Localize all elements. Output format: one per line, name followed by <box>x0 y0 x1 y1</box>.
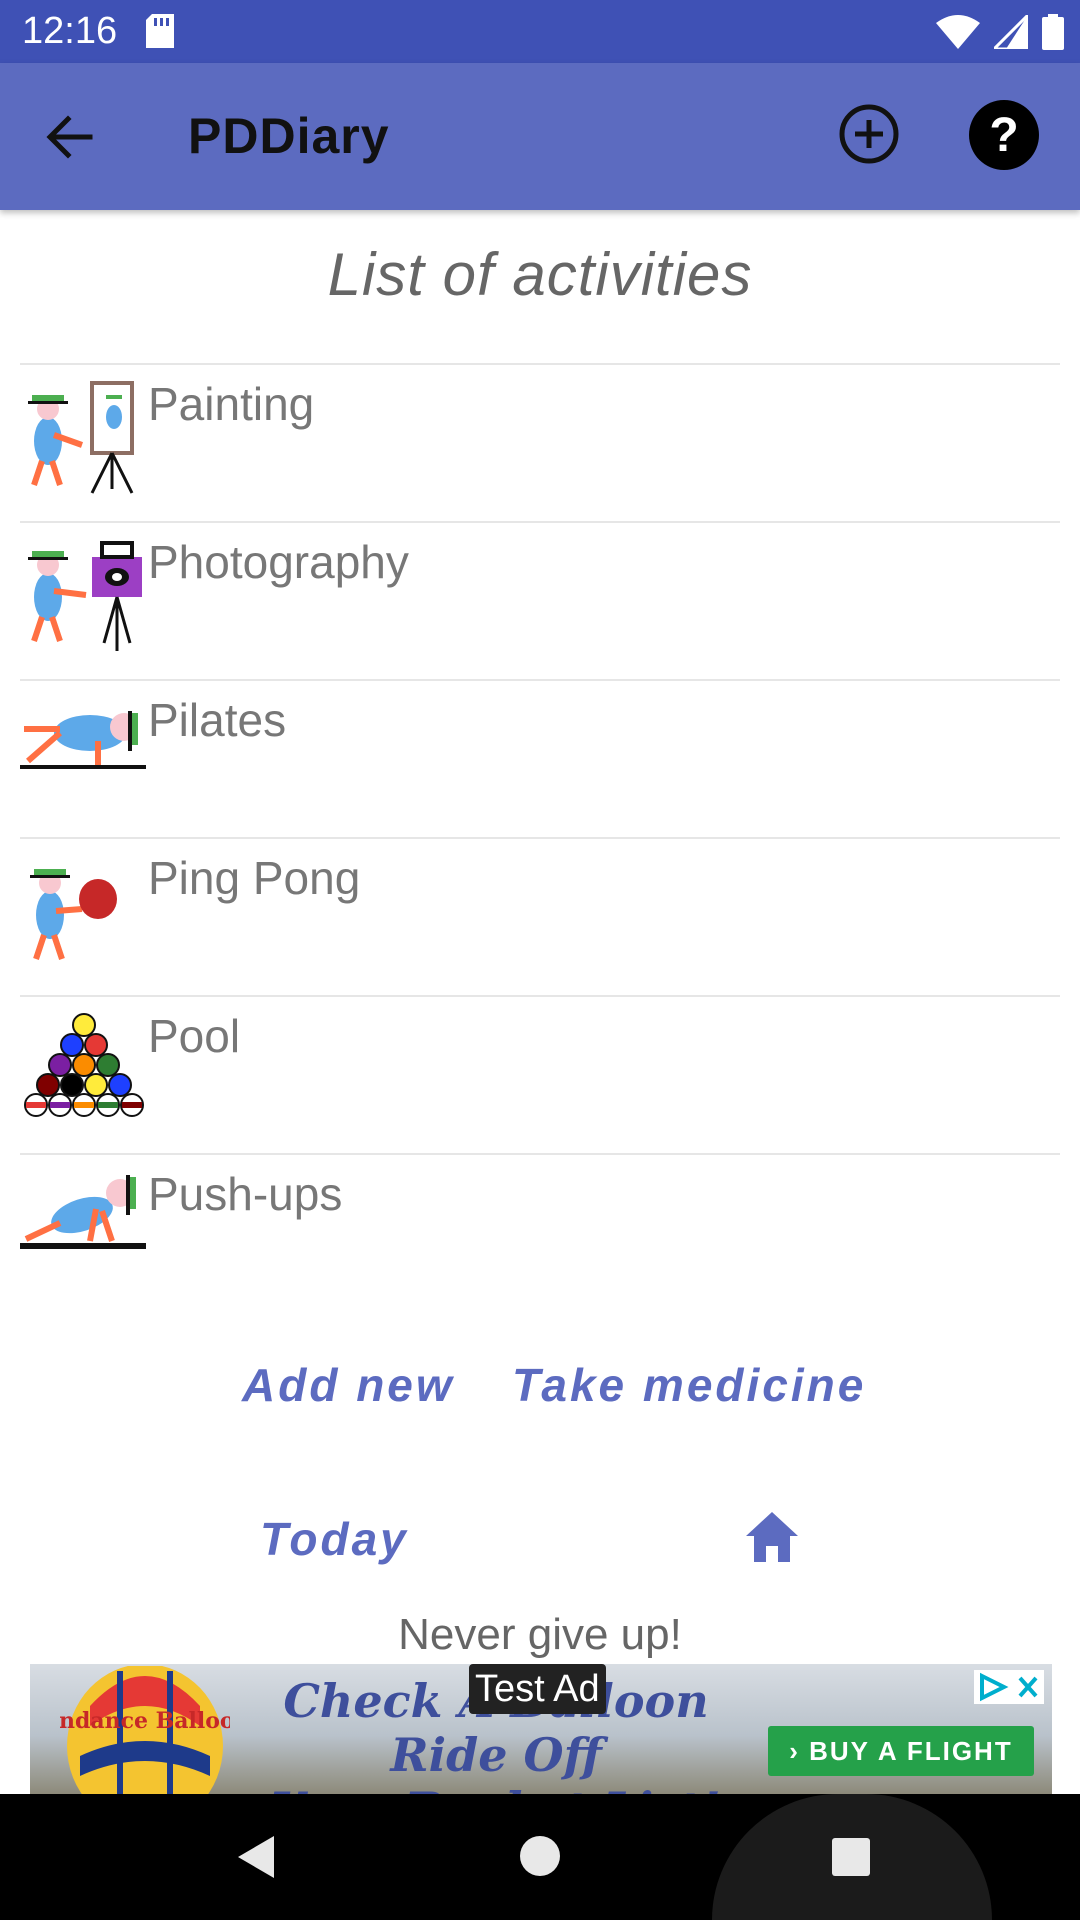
add-circle-icon[interactable] <box>838 103 900 165</box>
today-button[interactable]: Today <box>260 1512 409 1566</box>
ping-pong-paddle-icon <box>30 869 117 960</box>
status-bar: 12:16 <box>0 0 1080 63</box>
activity-row-ping-pong[interactable]: Ping Pong <box>20 837 1060 995</box>
list-heading: List of activities <box>327 241 753 308</box>
add-new-button[interactable]: Add new <box>242 1358 455 1412</box>
push-up-icon <box>20 1175 146 1249</box>
nav-back-icon[interactable] <box>236 1834 276 1880</box>
activity-list: Painting Photography Pilates Ping Pong P… <box>20 363 1060 1311</box>
take-medicine-button[interactable]: Take medicine <box>512 1358 866 1412</box>
motto-text: Never give up! <box>398 1610 682 1659</box>
balloon-brand-text: Sundance Balloons <box>60 1708 230 1734</box>
pilates-plank-icon <box>20 711 146 769</box>
activity-label: Pool <box>148 1010 241 1062</box>
activity-label: Push-ups <box>148 1168 343 1220</box>
cell-signal-icon <box>994 15 1028 49</box>
help-icon[interactable]: ? <box>968 99 1040 171</box>
activity-row-push-ups[interactable]: Push-ups <box>20 1153 1060 1311</box>
nav-recents-icon[interactable] <box>832 1838 870 1876</box>
activity-row-pilates[interactable]: Pilates <box>20 679 1060 837</box>
nav-home-icon[interactable] <box>520 1836 560 1876</box>
screen: 12:16 PDDiary ? List of activities Paint… <box>0 0 1080 1920</box>
test-ad-badge: Test Ad <box>469 1664 606 1714</box>
activity-label: Pilates <box>148 694 287 746</box>
hot-air-balloon-image: Sundance Balloons <box>60 1666 230 1794</box>
camera-tripod-icon <box>28 541 142 651</box>
activity-row-photography[interactable]: Photography <box>20 521 1060 679</box>
sd-card-icon <box>146 14 174 48</box>
activity-label: Photography <box>148 536 409 588</box>
back-arrow-icon[interactable] <box>40 107 100 167</box>
svg-text:?: ? <box>989 109 1018 162</box>
app-title: PDDiary <box>188 108 390 164</box>
activity-label: Painting <box>148 378 315 430</box>
ad-headline-line2: Your Bucket List! <box>236 1782 756 1794</box>
ad-choices-icon[interactable] <box>974 1670 1044 1704</box>
activity-row-painting[interactable]: Painting <box>20 363 1060 521</box>
status-icons <box>936 12 1064 52</box>
wifi-icon <box>936 15 980 49</box>
app-bar: PDDiary ? <box>0 63 1080 210</box>
home-icon[interactable] <box>744 1510 800 1564</box>
activity-label: Ping Pong <box>148 852 361 904</box>
buy-flight-button[interactable]: › BUY A FLIGHT <box>768 1726 1034 1776</box>
activity-row-pool[interactable]: Pool <box>20 995 1060 1153</box>
status-time: 12:16 <box>22 10 118 52</box>
painter-easel-icon <box>28 381 134 494</box>
pool-balls-rack-icon <box>24 1013 144 1117</box>
system-nav-bar <box>0 1794 1080 1920</box>
battery-icon <box>1042 14 1064 50</box>
